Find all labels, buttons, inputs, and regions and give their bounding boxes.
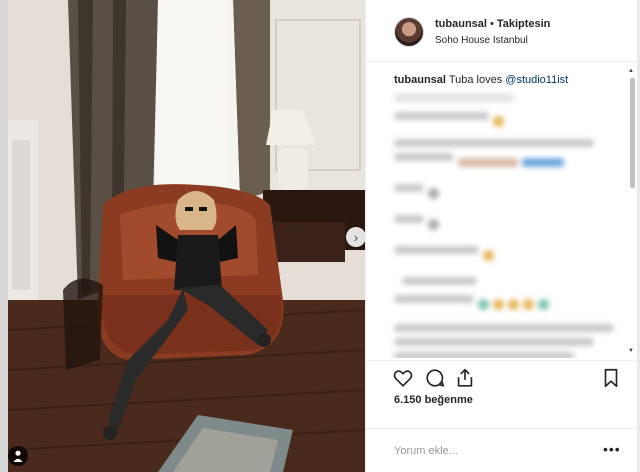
comment-button[interactable] — [424, 367, 446, 389]
share-icon — [457, 368, 473, 387]
separator-dot: • — [489, 18, 494, 30]
location-link[interactable]: Soho House Istanbul — [435, 35, 528, 46]
avatar[interactable] — [394, 17, 424, 47]
blurred-comment — [394, 352, 574, 358]
blurred-comment — [402, 277, 477, 285]
scroll-up-arrow-icon[interactable]: ▲ — [628, 68, 634, 74]
blurred-comment — [394, 153, 626, 172]
blurred-comment — [394, 94, 514, 102]
blurred-comment — [394, 184, 626, 203]
save-button[interactable] — [600, 367, 622, 389]
post-user-line: tubaunsal • Takiptesin — [435, 18, 550, 30]
blurred-comment — [394, 215, 626, 234]
caption-username[interactable]: tubaunsal — [394, 74, 446, 86]
page-left-edge — [0, 0, 8, 472]
blurred-comment — [394, 112, 626, 131]
scroll-down-arrow-icon[interactable]: ▼ — [628, 348, 634, 354]
like-button[interactable] — [392, 367, 414, 389]
blurred-comment — [394, 338, 594, 346]
post-side-panel: tubaunsal • Takiptesin Soho House Istanbul… — [365, 0, 638, 472]
carousel-next-button[interactable]: › — [346, 227, 366, 247]
bookmark-icon — [604, 368, 618, 388]
post-caption: tubaunsal Tuba loves @studio11ist — [394, 74, 568, 86]
post-photo-illustration — [8, 0, 365, 472]
heart-icon — [393, 370, 413, 387]
add-comment-bar: ••• — [366, 428, 638, 472]
more-options-button[interactable]: ••• — [603, 441, 621, 457]
username-link[interactable]: tubaunsal — [435, 18, 487, 30]
post-actions-bar — [366, 360, 638, 394]
post-photo[interactable] — [8, 0, 365, 472]
person-tag-icon — [13, 450, 23, 462]
blurred-comments — [394, 94, 626, 358]
blurred-comment — [394, 139, 594, 147]
blurred-comment — [394, 295, 626, 314]
comments-list[interactable]: tubaunsal Tuba loves @studio11ist — [366, 62, 638, 358]
post-header: tubaunsal • Takiptesin Soho House Istanbul — [366, 0, 637, 62]
tagged-people-button[interactable] — [8, 446, 28, 466]
comment-input[interactable] — [394, 442, 594, 460]
blurred-comment — [394, 324, 614, 332]
comment-bubble-icon — [426, 369, 445, 387]
caption-mention-link[interactable]: @studio11ist — [505, 74, 568, 86]
likes-count[interactable]: 6.150 beğenme — [394, 394, 473, 406]
share-button[interactable] — [454, 367, 476, 389]
comments-scrollbar-thumb[interactable] — [630, 78, 635, 188]
chevron-right-icon: › — [353, 229, 359, 245]
follow-status-button[interactable]: Takiptesin — [497, 18, 551, 30]
blurred-comment — [394, 246, 626, 265]
caption-text: Tuba loves — [448, 74, 503, 86]
